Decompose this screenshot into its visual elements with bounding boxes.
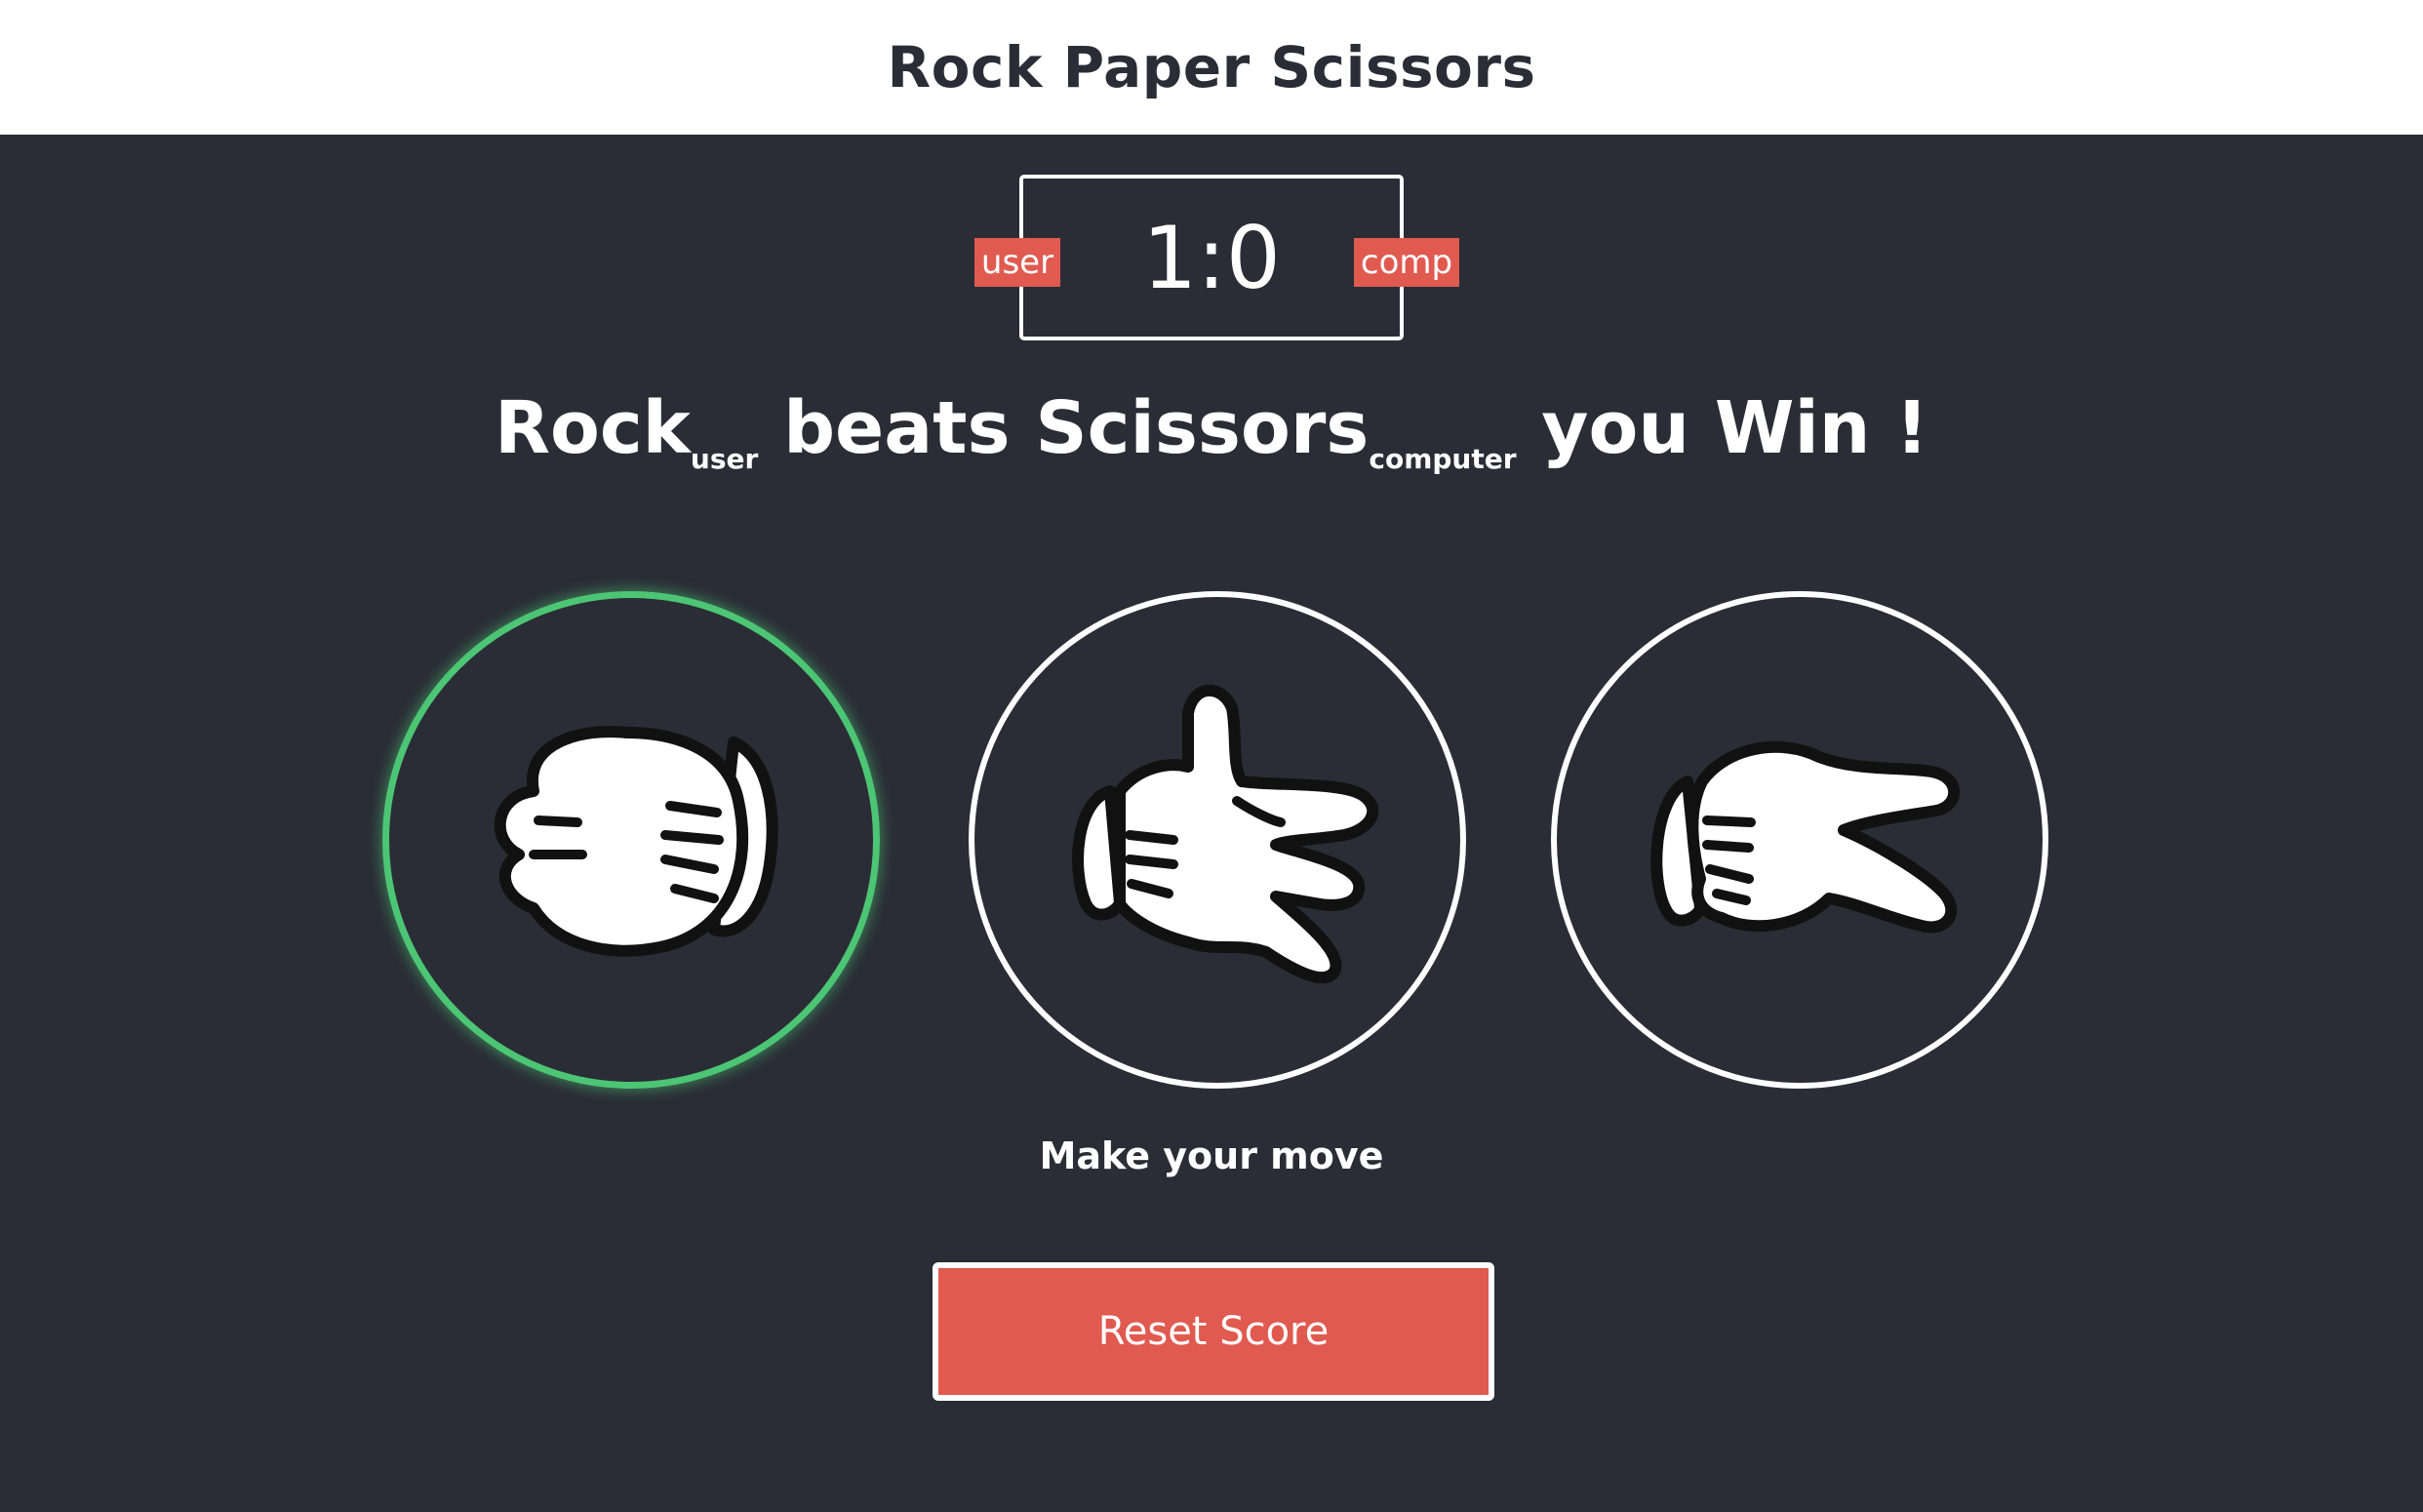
- page-title: Rock Paper Scissors: [887, 34, 1536, 100]
- result-outcome: you Win !: [1541, 386, 1928, 470]
- user-score-badge: user: [974, 238, 1060, 287]
- paper-choice-button[interactable]: [969, 591, 1466, 1089]
- score-value: 1:0: [1142, 207, 1281, 308]
- app-header: Rock Paper Scissors: [0, 0, 2423, 135]
- scissors-choice-button[interactable]: [1551, 591, 2048, 1089]
- comp-score-badge: comp: [1354, 238, 1459, 287]
- result-computer-choice: Scissors: [1035, 386, 1370, 470]
- result-message: Rockuser beats Scissorscomputer you Win …: [0, 386, 2423, 475]
- reset-score-button[interactable]: Reset Score: [933, 1262, 1494, 1401]
- rock-hand-icon: [494, 726, 778, 957]
- rock-choice-button[interactable]: [382, 591, 880, 1089]
- move-prompt: Make your move: [1039, 1134, 1384, 1177]
- result-verb: beats: [783, 386, 1011, 470]
- game-area: 1:0 user comp Rockuser beats Scissorscom…: [0, 135, 2423, 1512]
- result-computer-sub: computer: [1369, 442, 1517, 475]
- scoreboard: 1:0: [1019, 175, 1404, 340]
- scissors-hand-icon: [1650, 740, 1961, 934]
- paper-hand-icon: [1072, 684, 1379, 984]
- result-user-choice: Rock: [495, 386, 691, 470]
- result-user-sub: user: [690, 442, 759, 475]
